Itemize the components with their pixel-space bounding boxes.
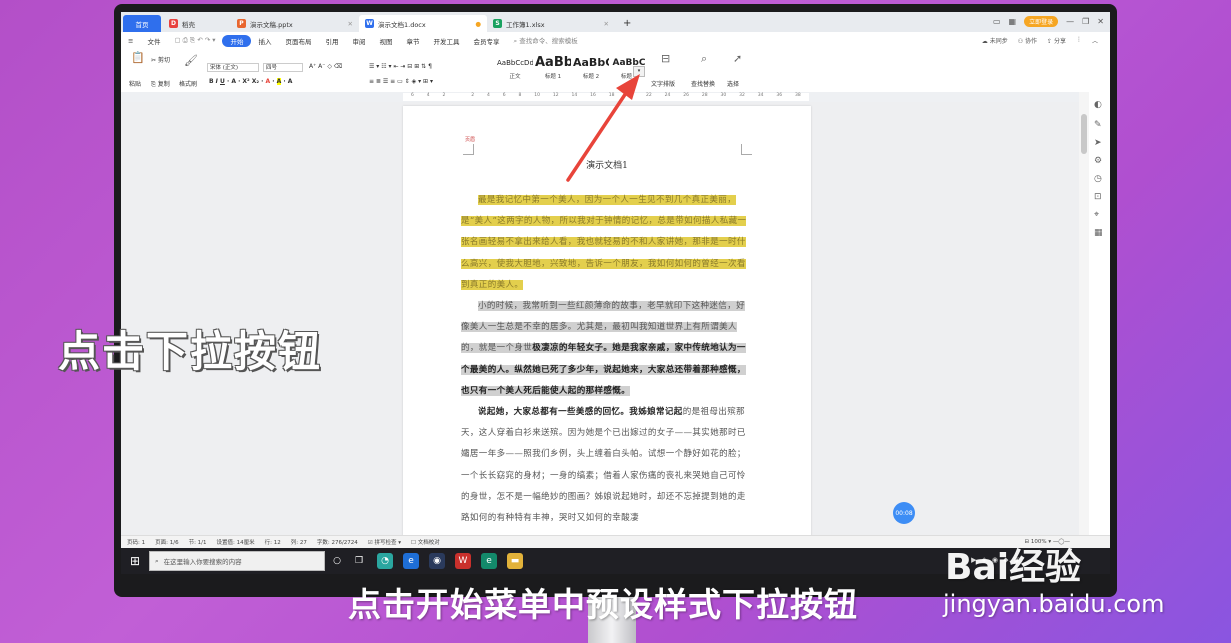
baidu-watermark-logo: Bai经验	[945, 547, 1082, 588]
arrow-shaft	[566, 88, 630, 182]
caption-overlay: 点击下拉按钮	[58, 327, 323, 376]
arrow-head	[616, 74, 640, 100]
baidu-watermark-url: jingyan.baidu.com	[943, 590, 1165, 618]
subtitle-overlay: 点击开始菜单中预设样式下拉按钮	[348, 585, 858, 624]
